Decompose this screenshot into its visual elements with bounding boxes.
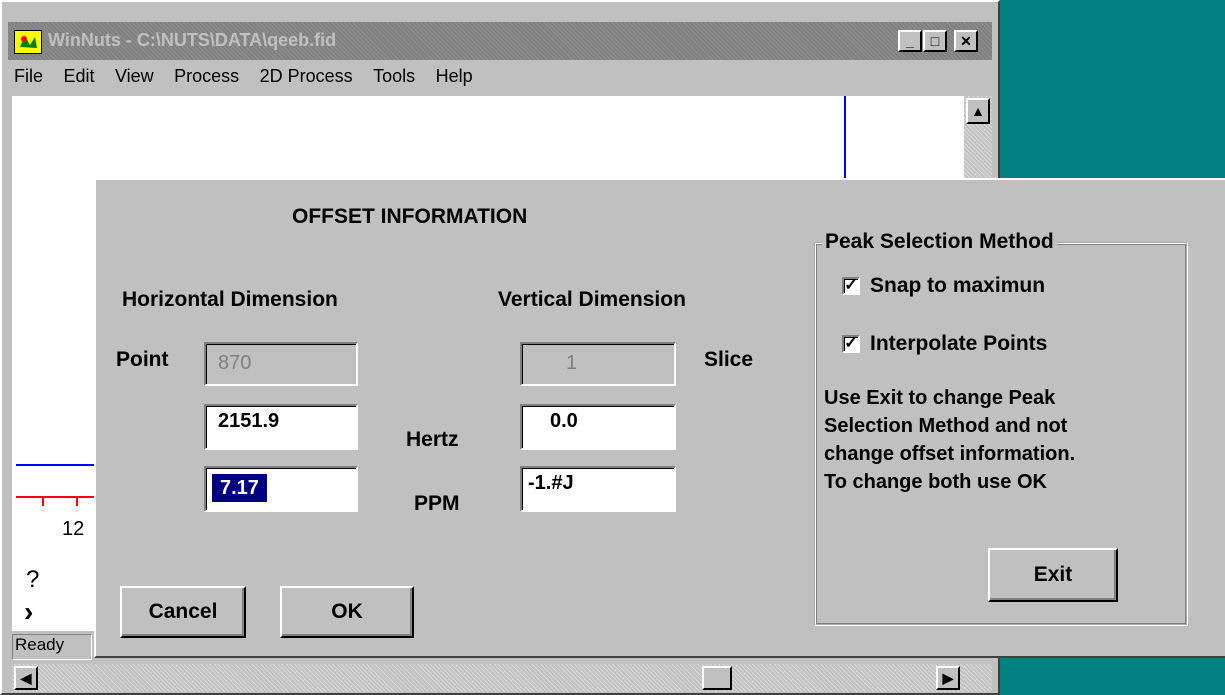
- snap-checkbox-row[interactable]: ✓ Snap to maximun: [842, 274, 1045, 298]
- menu-help[interactable]: Help: [436, 66, 473, 87]
- horizontal-ppm-input[interactable]: 7.17: [204, 466, 358, 512]
- horizontal-heading: Horizontal Dimension: [122, 288, 338, 311]
- maximize-button[interactable]: □: [923, 30, 947, 52]
- menu-2d-process[interactable]: 2D Process: [260, 66, 353, 87]
- scroll-thumb[interactable]: [702, 666, 732, 690]
- resize-grip[interactable]: [964, 664, 992, 692]
- plot-axis-tick: [42, 496, 44, 506]
- plot-blue-marker: [844, 96, 846, 181]
- arrow-right-icon: ▶: [942, 669, 954, 686]
- interpolate-checkbox-row[interactable]: ✓ Interpolate Points: [842, 332, 1047, 356]
- point-value: 870: [218, 352, 252, 374]
- maximize-icon: □: [930, 33, 940, 49]
- close-button[interactable]: ✕: [954, 30, 978, 52]
- vertical-ppm-input[interactable]: -1.#J: [520, 466, 676, 512]
- peak-selection-group: Peak Selection Method ✓ Snap to maximun …: [814, 230, 1188, 626]
- axis-tick-label: 12: [62, 518, 85, 540]
- point-field: 870: [204, 342, 358, 386]
- interpolate-label: Interpolate Points: [870, 332, 1048, 355]
- offset-dialog: OFFSET INFORMATION Horizontal Dimension …: [94, 178, 1225, 658]
- horizontal-hertz-input[interactable]: 2151.9: [204, 404, 358, 450]
- arrow-left-icon: ◀: [20, 669, 32, 686]
- status-text: Ready: [15, 635, 65, 654]
- snap-checkbox[interactable]: ✓: [842, 277, 860, 295]
- scroll-right-button[interactable]: ▶: [936, 666, 960, 690]
- menu-tools[interactable]: Tools: [373, 66, 415, 87]
- plot-axis-tick: [76, 496, 78, 506]
- hertz-label: Hertz: [406, 428, 459, 451]
- menu-file[interactable]: File: [14, 66, 43, 87]
- scroll-left-button[interactable]: ◀: [14, 666, 38, 690]
- arrow-up-icon: ▲: [971, 103, 985, 119]
- peak-help-line: Use Exit to change Peak: [824, 387, 1056, 409]
- scroll-up-button[interactable]: ▲: [966, 98, 990, 124]
- snap-label: Snap to maximun: [870, 274, 1046, 297]
- window-title: WinNuts - C:\NUTS\DATA\qeeb.fid: [48, 30, 337, 50]
- vertical-hertz-input[interactable]: 0.0: [520, 404, 676, 450]
- menu-view[interactable]: View: [115, 66, 154, 87]
- interpolate-checkbox[interactable]: ✓: [842, 335, 860, 353]
- plot-axis: [16, 496, 96, 498]
- close-icon: ✕: [960, 32, 972, 49]
- checkmark-icon: ✓: [844, 335, 858, 352]
- checkmark-icon: ✓: [844, 277, 858, 294]
- app-logo-icon: [20, 36, 37, 48]
- help-icon: ?: [26, 566, 40, 593]
- minimize-icon: _: [906, 33, 914, 49]
- peak-help-line: To change both use OK: [824, 471, 1047, 493]
- menu-bar: File Edit View Process 2D Process Tools …: [14, 66, 974, 92]
- vertical-heading: Vertical Dimension: [498, 288, 686, 311]
- title-bar[interactable]: WinNuts - C:\NUTS\DATA\qeeb.fid _ □ ✕: [8, 22, 992, 60]
- menu-process[interactable]: Process: [174, 66, 239, 87]
- vertical-ppm-value: -1.#J: [528, 472, 574, 494]
- exit-button[interactable]: Exit: [988, 548, 1118, 602]
- horizontal-hertz-value: 2151.9: [218, 410, 280, 432]
- ppm-label: PPM: [414, 492, 460, 515]
- vertical-hertz-value: 0.0: [550, 410, 578, 432]
- dialog-title: OFFSET INFORMATION: [292, 205, 528, 228]
- cancel-button[interactable]: Cancel: [120, 586, 246, 638]
- slice-field: 1: [520, 342, 676, 386]
- slice-label: Slice: [704, 348, 754, 371]
- horizontal-ppm-value: 7.17: [212, 474, 267, 502]
- status-pane: Ready: [12, 634, 92, 660]
- ok-label: OK: [331, 600, 363, 623]
- cancel-label: Cancel: [148, 600, 218, 623]
- peak-help-line: change offset information.: [824, 443, 1076, 465]
- menu-edit[interactable]: Edit: [63, 66, 94, 87]
- point-label: Point: [116, 348, 169, 371]
- peak-help-text: Use Exit to change Peak Selection Method…: [824, 384, 1075, 496]
- exit-label: Exit: [1033, 563, 1073, 586]
- arrow-icon: ›: [24, 596, 34, 627]
- app-icon[interactable]: [14, 30, 42, 54]
- horizontal-scrollbar[interactable]: ◀ ▶: [12, 664, 964, 692]
- peak-selection-legend: Peak Selection Method: [822, 230, 1057, 254]
- plot-trace: [16, 464, 96, 466]
- minimize-button[interactable]: _: [898, 30, 922, 52]
- ok-button[interactable]: OK: [280, 586, 414, 638]
- slice-value: 1: [566, 352, 578, 374]
- peak-help-line: Selection Method and not: [824, 415, 1068, 437]
